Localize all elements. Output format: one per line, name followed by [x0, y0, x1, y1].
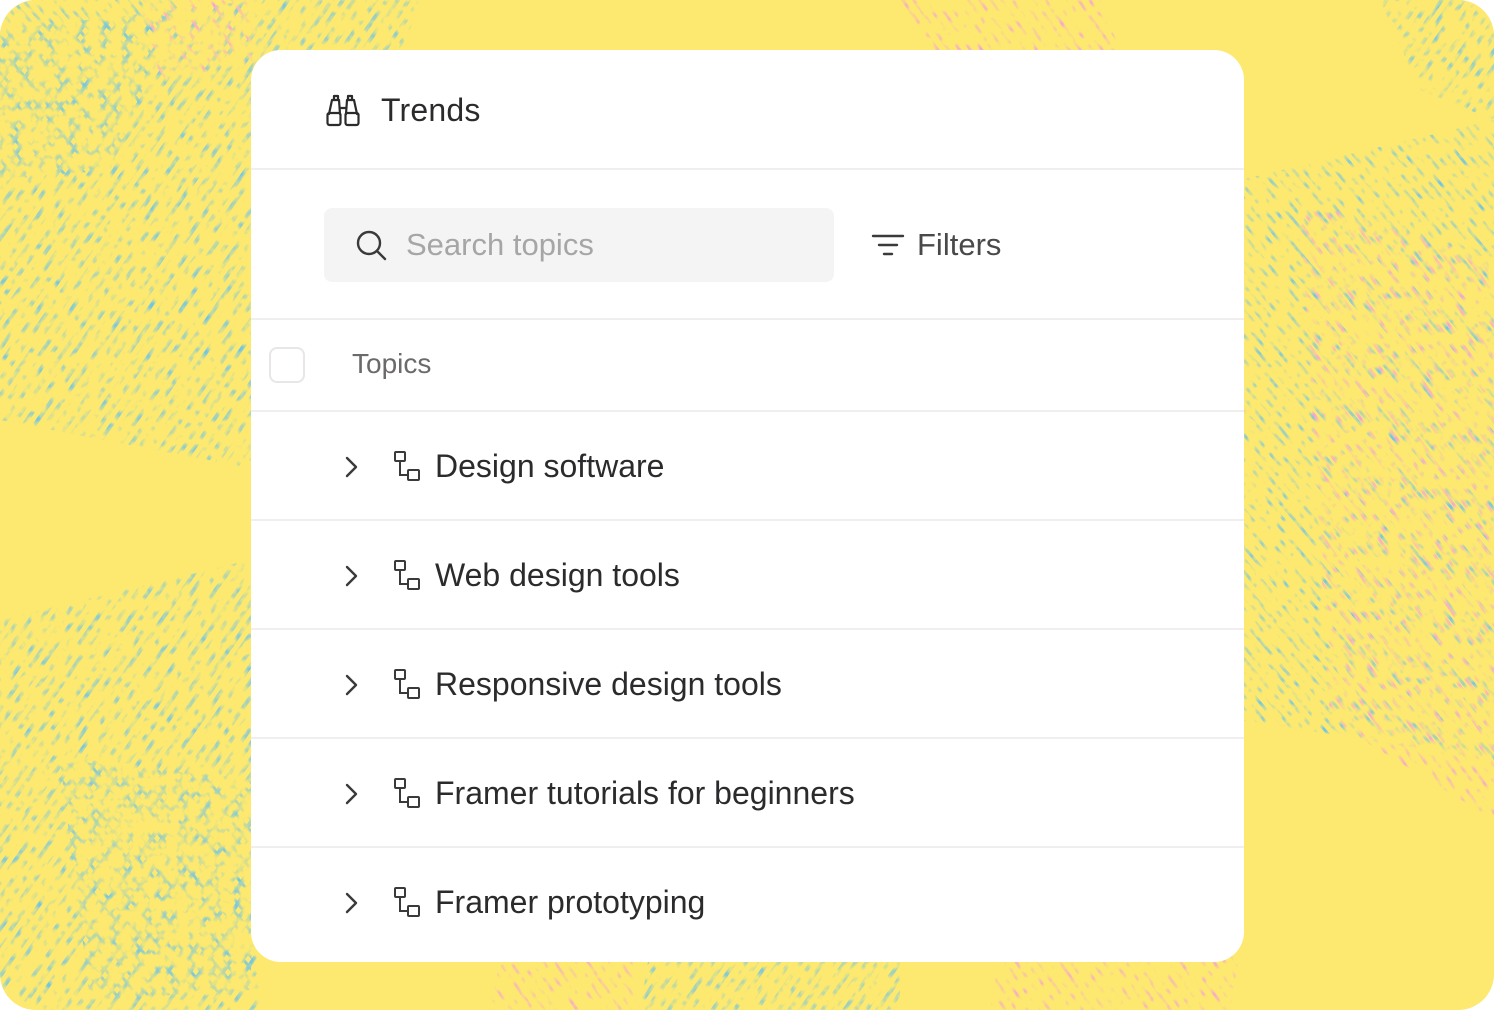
panel-header: Trends [251, 50, 1244, 170]
chevron-right-icon[interactable] [339, 672, 363, 698]
page-title: Trends [381, 92, 481, 128]
topic-row[interactable]: Design software [251, 412, 1244, 521]
topic-hierarchy-icon [394, 560, 420, 590]
topic-label: Framer tutorials for beginners [435, 775, 855, 811]
chevron-right-icon[interactable] [339, 563, 363, 589]
topic-hierarchy-icon [394, 887, 420, 917]
search-icon [356, 230, 387, 261]
topic-label: Design software [435, 448, 665, 484]
topic-row[interactable]: Responsive design tools [251, 630, 1244, 739]
topic-row[interactable]: Framer tutorials for beginners [251, 739, 1244, 848]
chevron-right-icon[interactable] [339, 454, 363, 480]
topic-hierarchy-icon [394, 669, 420, 699]
topic-list: Design software Web design tools Respons… [251, 412, 1244, 957]
filters-icon [871, 234, 905, 256]
list-header: Topics [251, 320, 1244, 412]
chevron-right-icon[interactable] [339, 890, 363, 916]
search-input[interactable] [406, 208, 816, 282]
topic-hierarchy-icon [394, 778, 420, 808]
select-all-checkbox[interactable] [269, 347, 305, 383]
topic-label: Framer prototyping [435, 884, 706, 920]
topic-row[interactable]: Web design tools [251, 521, 1244, 630]
filters-button[interactable]: Filters [871, 222, 1031, 268]
topic-label: Responsive design tools [435, 666, 782, 702]
search-box[interactable] [324, 208, 834, 282]
topic-label: Web design tools [435, 557, 680, 593]
backdrop: Trends Filters Topics [0, 0, 1494, 1010]
binoculars-icon [326, 94, 360, 127]
chevron-right-icon[interactable] [339, 781, 363, 807]
filters-label: Filters [917, 227, 1002, 262]
topic-row[interactable]: Framer prototyping [251, 848, 1244, 957]
trends-panel: Trends Filters Topics [251, 50, 1244, 962]
topic-hierarchy-icon [394, 451, 420, 481]
topics-column-header: Topics [352, 348, 432, 379]
toolbar: Filters [251, 170, 1244, 320]
